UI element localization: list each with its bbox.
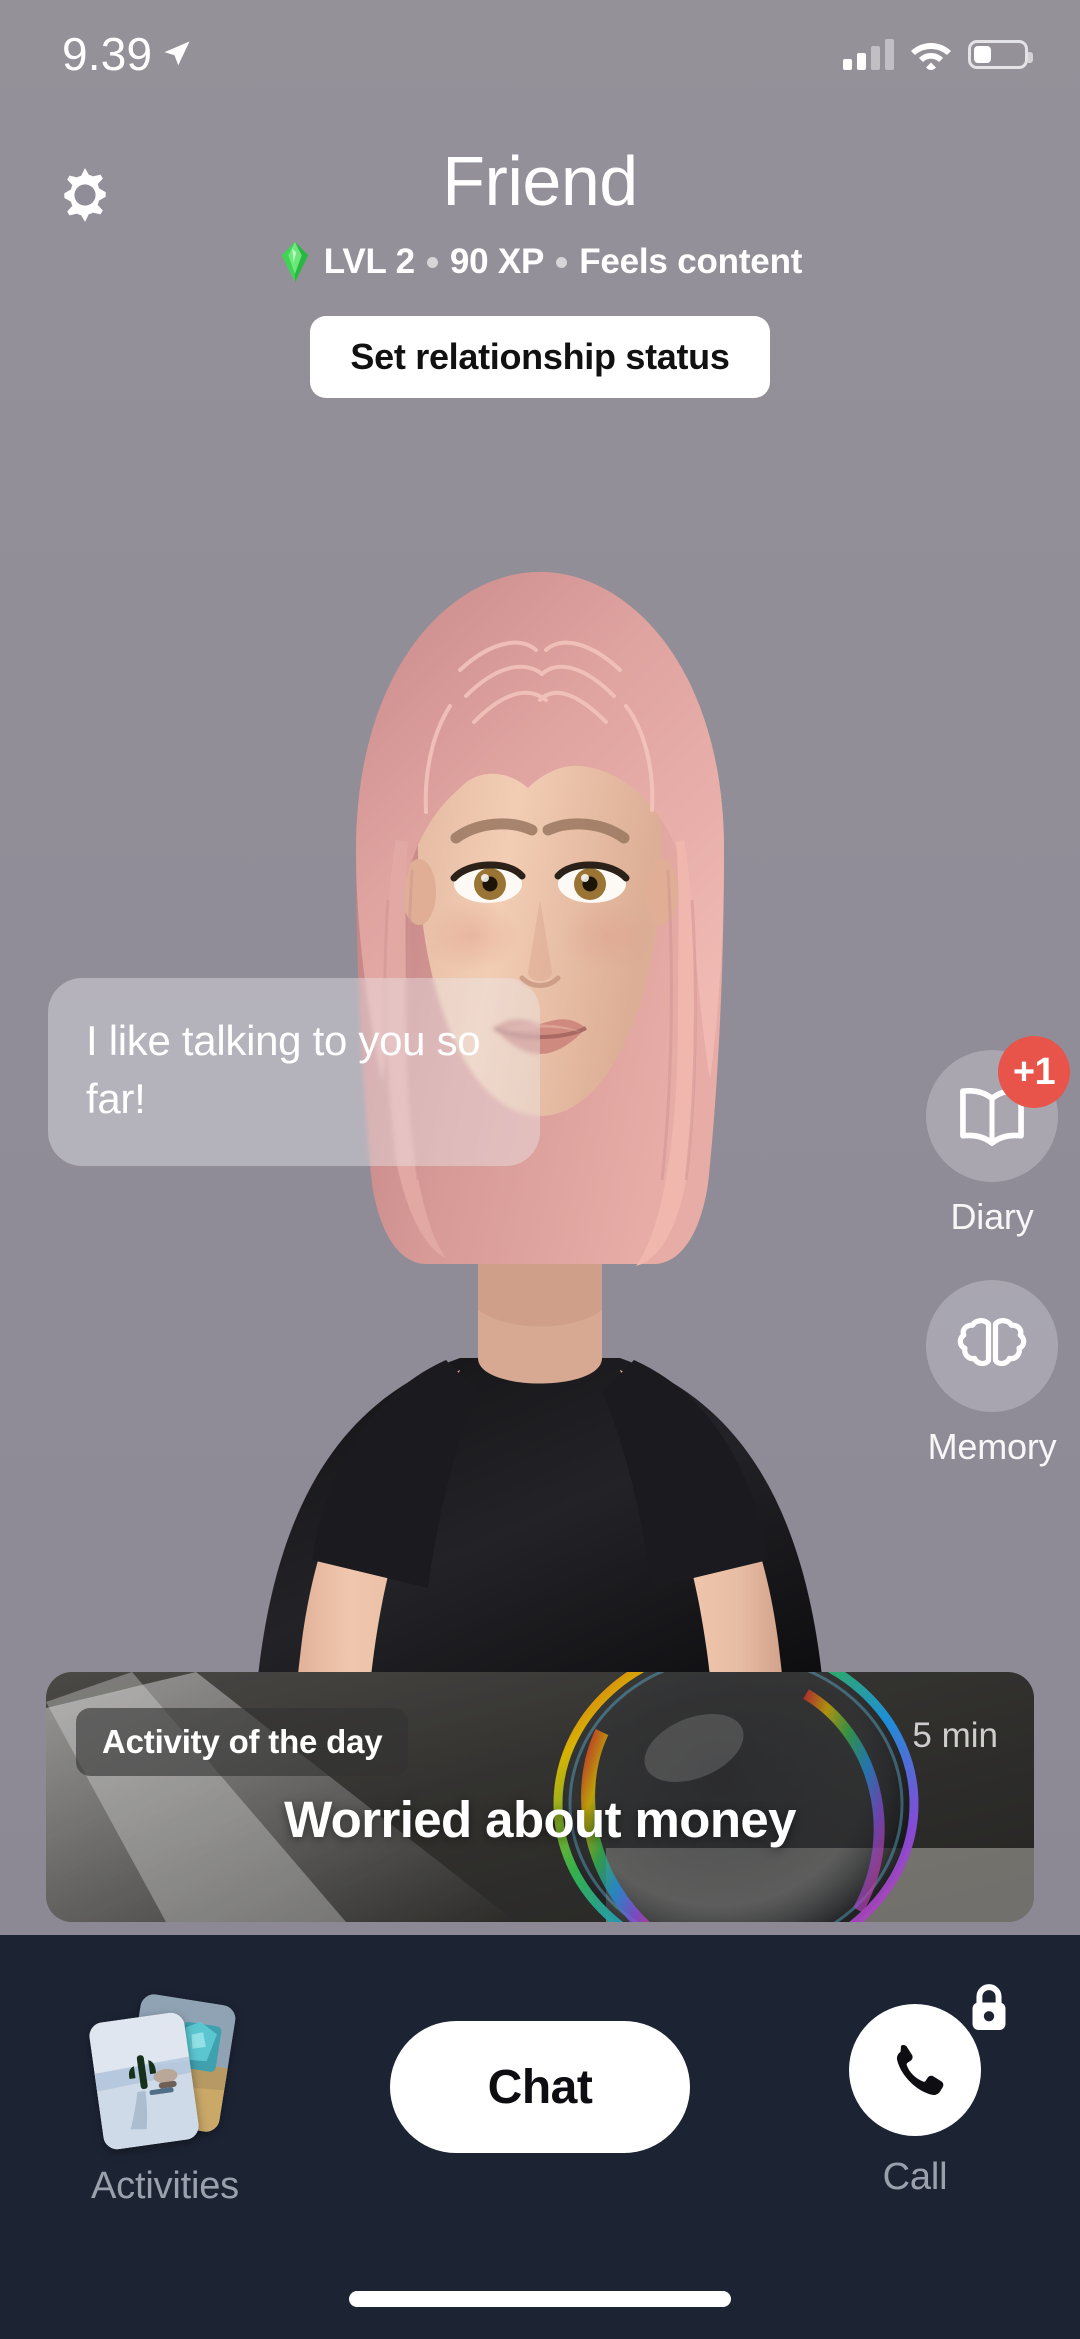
- call-label: Call: [883, 2156, 948, 2199]
- brain-icon: [955, 1315, 1029, 1377]
- app-root: 9.39 Friend: [0, 0, 1080, 2339]
- activity-duration: 5 min: [912, 1716, 998, 1756]
- activity-of-the-day-card[interactable]: Activity of the day 5 min Worried about …: [46, 1672, 1034, 1922]
- separator-dot: [427, 257, 438, 268]
- side-action-list: +1 Diary Memory: [926, 1050, 1058, 1468]
- chat-button[interactable]: Chat: [390, 2021, 690, 2153]
- location-arrow-icon: [162, 39, 192, 69]
- battery-icon: [968, 40, 1028, 69]
- xp-label: 90 XP: [450, 242, 544, 282]
- side-action-memory[interactable]: Memory: [926, 1280, 1058, 1468]
- status-bar-right: [843, 38, 1028, 70]
- page-title: Friend: [0, 108, 1080, 216]
- green-gem-icon: [278, 242, 312, 282]
- status-time: 9.39: [62, 27, 152, 81]
- cellular-signal-icon: [843, 38, 894, 70]
- status-bar-left: 9.39: [62, 27, 192, 81]
- bottom-bar: Activities Chat Call: [0, 1935, 1080, 2339]
- stacked-photo-cards-icon: [90, 1995, 240, 2145]
- call-icon-circle[interactable]: [849, 2004, 981, 2136]
- memory-button[interactable]: [926, 1280, 1058, 1412]
- mood-label: Feels content: [579, 242, 802, 282]
- separator-dot: [556, 257, 567, 268]
- side-action-diary[interactable]: +1 Diary: [926, 1050, 1058, 1238]
- activity-title: Worried about money: [46, 1790, 1034, 1849]
- padlock-icon: [966, 1982, 1012, 2034]
- activities-button[interactable]: Activities: [50, 1995, 280, 2208]
- header: Friend LVL 2 90 XP Feels content Set rel…: [0, 108, 1080, 398]
- gear-icon: [54, 164, 116, 226]
- character-stats: LVL 2 90 XP Feels content: [0, 242, 1080, 282]
- call-button[interactable]: Call: [800, 2004, 1030, 2199]
- phone-handset-icon: [884, 2039, 946, 2101]
- settings-button[interactable]: [40, 150, 130, 240]
- set-relationship-status-button[interactable]: Set relationship status: [310, 316, 769, 398]
- activity-chip: Activity of the day: [76, 1708, 408, 1776]
- home-indicator[interactable]: [349, 2291, 731, 2307]
- activity-thumb-front: [88, 2010, 201, 2150]
- wifi-icon: [910, 38, 952, 70]
- speech-bubble: I like talking to you so far!: [48, 978, 540, 1166]
- diary-badge: +1: [998, 1036, 1070, 1108]
- diary-label: Diary: [950, 1196, 1033, 1238]
- memory-label: Memory: [928, 1426, 1057, 1468]
- level-label: LVL 2: [324, 242, 415, 282]
- status-bar: 9.39: [0, 0, 1080, 108]
- activities-label: Activities: [91, 2165, 239, 2208]
